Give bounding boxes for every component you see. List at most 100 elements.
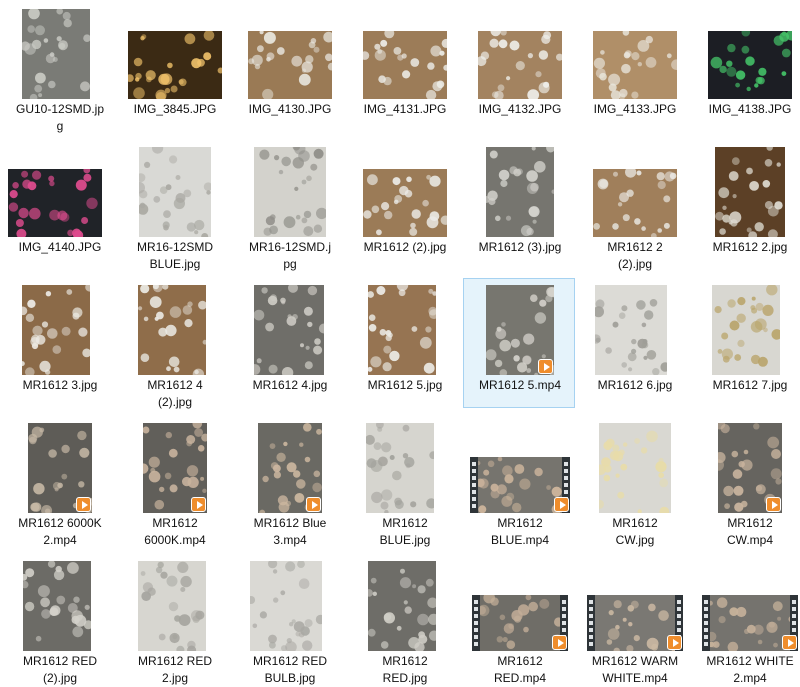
file-item[interactable]: MR1612 4.jpg <box>233 278 345 408</box>
image-thumbnail <box>366 423 434 513</box>
file-item[interactable]: MR1612 2 (2).jpg <box>578 140 690 271</box>
file-name-label: IMG_4132.JPG <box>478 102 562 116</box>
film-strip-icon <box>472 595 480 651</box>
file-name-label: MR1612 (2).jpg <box>363 240 447 254</box>
file-name-label: IMG_4133.JPG <box>593 102 677 116</box>
play-badge-icon <box>554 497 569 512</box>
play-badge-icon <box>306 497 321 512</box>
file-item[interactable]: MR1612 (3).jpg <box>463 140 575 270</box>
file-item[interactable]: MR1612 5.mp4 <box>463 278 575 408</box>
image-thumbnail <box>595 285 667 375</box>
file-item[interactable]: MR1612 6000K 2.mp4 <box>3 416 115 547</box>
image-thumbnail <box>250 561 322 651</box>
file-item[interactable]: GU10-12SMD.jp g <box>3 2 115 133</box>
file-item[interactable]: MR1612 6.jpg <box>578 278 690 408</box>
file-item[interactable]: MR16-12SMD BLUE.jpg <box>118 140 230 271</box>
file-item[interactable]: IMG_4140.JPG <box>3 140 115 270</box>
file-name-label: MR1612 RED (2).jpg <box>22 654 98 685</box>
play-badge-icon <box>552 635 567 650</box>
play-badge-icon <box>538 359 553 374</box>
play-badge-icon <box>191 497 206 512</box>
file-item[interactable]: MR1612 BLUE.mp4 <box>463 416 575 547</box>
image-thumbnail <box>708 31 792 99</box>
file-item[interactable]: MR1612 CW.jpg <box>578 416 690 547</box>
file-name-label: MR1612 6000K 2.mp4 <box>18 516 102 547</box>
file-name-label: MR1612 4.jpg <box>252 378 328 392</box>
file-item[interactable]: MR1612 5.jpg <box>348 278 460 408</box>
image-thumbnail <box>248 31 332 99</box>
file-item[interactable]: MR1612 7.jpg <box>693 278 800 408</box>
file-name-label: MR1612 WARM WHITE.mp4 <box>591 654 679 685</box>
file-name-label: IMG_4131.JPG <box>363 102 447 116</box>
file-item[interactable]: MR1612 RED.jpg <box>348 554 460 685</box>
file-item[interactable]: MR1612 RED.mp4 <box>463 554 575 685</box>
image-thumbnail <box>254 285 324 375</box>
video-thumbnail <box>143 423 207 513</box>
file-item[interactable]: MR1612 6000K.mp4 <box>118 416 230 547</box>
file-name-label: MR1612 6000K.mp4 <box>144 516 206 547</box>
file-name-label: MR1612 CW.mp4 <box>726 516 773 547</box>
file-name-label: MR1612 RED.jpg <box>382 654 428 685</box>
image-thumbnail <box>254 147 326 237</box>
image-thumbnail <box>363 169 447 237</box>
file-name-label: IMG_4140.JPG <box>18 240 102 254</box>
file-item[interactable]: MR1612 (2).jpg <box>348 140 460 270</box>
file-item[interactable]: IMG_4130.JPG <box>233 2 345 132</box>
file-item[interactable]: MR1612 RED BULB.jpg <box>233 554 345 685</box>
play-badge-icon <box>667 635 682 650</box>
file-name-label: MR1612 BLUE.jpg <box>379 516 431 547</box>
file-item[interactable]: MR16-12SMD.j pg <box>233 140 345 271</box>
image-thumbnail <box>8 169 102 237</box>
file-name-label: GU10-12SMD.jp g <box>15 102 105 133</box>
file-name-label: MR1612 BLUE.mp4 <box>490 516 550 547</box>
file-name-label: MR1612 4 (2).jpg <box>147 378 203 409</box>
file-name-label: IMG_4130.JPG <box>248 102 332 116</box>
file-grid: GU10-12SMD.jp g IMG_3845.JPG IMG_4130.JPG I… <box>0 0 800 686</box>
file-name-label: IMG_4138.JPG <box>708 102 792 116</box>
file-item[interactable]: MR1612 RED (2).jpg <box>3 554 115 685</box>
video-thumbnail <box>470 457 570 513</box>
file-name-label: MR1612 7.jpg <box>712 378 788 392</box>
file-item[interactable]: MR1612 BLUE.jpg <box>348 416 460 547</box>
file-item[interactable]: MR1612 RED 2.jpg <box>118 554 230 685</box>
image-thumbnail <box>128 31 222 99</box>
image-thumbnail <box>363 31 447 99</box>
image-thumbnail <box>22 285 90 375</box>
video-thumbnail <box>702 595 798 651</box>
file-name-label: MR16-12SMD.j pg <box>248 240 332 271</box>
file-name-label: MR1612 3.jpg <box>22 378 98 392</box>
file-item[interactable]: MR1612 CW.mp4 <box>693 416 800 547</box>
video-thumbnail <box>28 423 92 513</box>
file-name-label: MR1612 WHITE 2.mp4 <box>706 654 794 685</box>
film-strip-icon <box>470 457 478 513</box>
file-name-label: MR1612 Blue 3.mp4 <box>253 516 327 547</box>
play-badge-icon <box>76 497 91 512</box>
image-thumbnail <box>138 561 206 651</box>
file-item[interactable]: MR1612 WHITE 2.mp4 <box>693 554 800 685</box>
image-thumbnail <box>486 147 554 237</box>
video-thumbnail <box>258 423 322 513</box>
file-name-label: MR1612 5.jpg <box>367 378 443 392</box>
file-item[interactable]: MR1612 Blue 3.mp4 <box>233 416 345 547</box>
file-item[interactable]: IMG_4131.JPG <box>348 2 460 132</box>
file-item[interactable]: IMG_4138.JPG <box>693 2 800 132</box>
file-item[interactable]: IMG_3845.JPG <box>118 2 230 132</box>
video-thumbnail <box>486 285 554 375</box>
file-item[interactable]: IMG_4132.JPG <box>463 2 575 132</box>
file-name-label: MR1612 (3).jpg <box>478 240 562 254</box>
image-thumbnail <box>138 285 206 375</box>
file-name-label: MR1612 RED BULB.jpg <box>252 654 328 685</box>
file-name-label: MR1612 RED 2.jpg <box>137 654 213 685</box>
file-name-label: MR1612 6.jpg <box>597 378 673 392</box>
file-item[interactable]: MR1612 2.jpg <box>693 140 800 270</box>
file-item[interactable]: IMG_4133.JPG <box>578 2 690 132</box>
file-item[interactable]: MR1612 4 (2).jpg <box>118 278 230 409</box>
image-thumbnail <box>593 31 677 99</box>
film-strip-icon <box>702 595 710 651</box>
image-thumbnail <box>139 147 211 237</box>
image-thumbnail <box>712 285 780 375</box>
video-thumbnail <box>718 423 782 513</box>
file-item[interactable]: MR1612 WARM WHITE.mp4 <box>578 554 690 685</box>
file-item[interactable]: MR1612 3.jpg <box>3 278 115 408</box>
play-badge-icon <box>766 497 781 512</box>
